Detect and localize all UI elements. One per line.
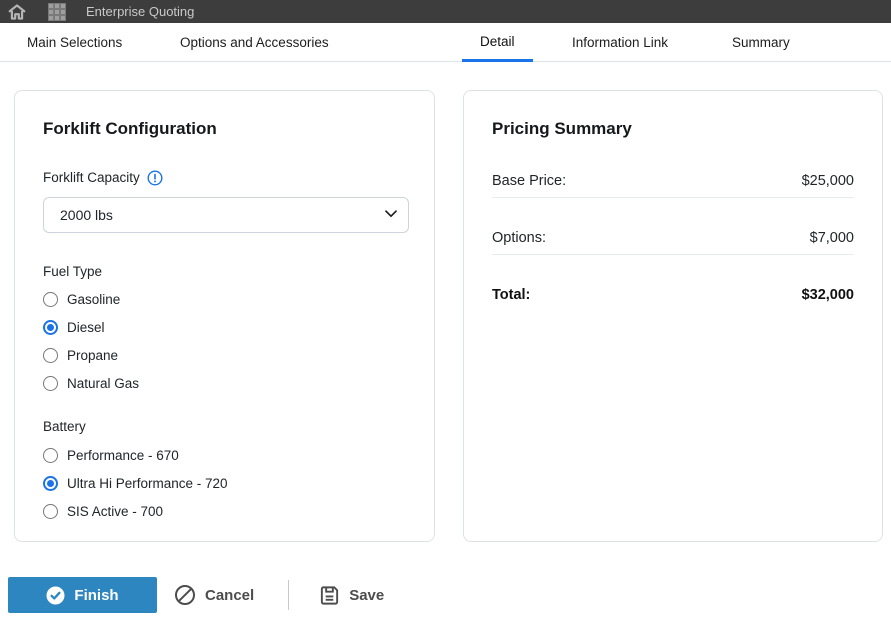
check-circle-icon	[46, 586, 65, 605]
tab-label: Options and Accessories	[180, 35, 329, 50]
tab-label: Main Selections	[27, 35, 122, 50]
radio-icon[interactable]	[43, 504, 58, 519]
radio-icon-selected[interactable]	[43, 476, 58, 491]
pricing-summary-card: Pricing Summary Base Price: $25,000 Opti…	[463, 90, 883, 542]
finish-label: Finish	[74, 587, 118, 604]
apps-grid-icon[interactable]	[40, 0, 74, 23]
battery-group-label: Battery	[43, 418, 406, 436]
home-icon[interactable]	[0, 0, 34, 23]
radio-icon[interactable]	[43, 348, 58, 363]
card-title: Pricing Summary	[492, 117, 854, 141]
app-title: Enterprise Quoting	[86, 4, 194, 19]
tab-options-and-accessories[interactable]: Options and Accessories	[162, 23, 347, 62]
page: Enterprise Quoting Main Selections Optio…	[0, 0, 891, 620]
cancel-label: Cancel	[205, 587, 254, 604]
tab-label: Summary	[732, 35, 790, 50]
radio-label: Natural Gas	[67, 376, 139, 391]
radio-label: Diesel	[67, 320, 105, 335]
pricing-value: $7,000	[810, 228, 854, 248]
save-button[interactable]: Save	[319, 585, 384, 606]
tab-detail[interactable]: Detail	[462, 23, 533, 62]
cancel-button[interactable]: Cancel	[174, 584, 254, 606]
tab-main-selections[interactable]: Main Selections	[9, 23, 140, 62]
radio-fuel-gasoline[interactable]: Gasoline	[43, 285, 406, 313]
footer-actions: Finish Cancel Save	[8, 577, 384, 613]
tab-label: Information Link	[572, 35, 668, 50]
pricing-label: Base Price:	[492, 171, 566, 191]
pricing-row-options: Options: $7,000	[492, 198, 854, 255]
pricing-row-base-price: Base Price: $25,000	[492, 141, 854, 198]
pricing-row-total: Total: $32,000	[492, 255, 854, 311]
tab-summary[interactable]: Summary	[714, 23, 808, 62]
tab-label: Detail	[480, 34, 515, 49]
floppy-save-icon	[319, 585, 340, 606]
pricing-value: $25,000	[802, 171, 854, 191]
app-header: Enterprise Quoting	[0, 0, 891, 23]
radio-label: SIS Active - 700	[67, 504, 163, 519]
radio-icon[interactable]	[43, 448, 58, 463]
radio-fuel-natural-gas[interactable]: Natural Gas	[43, 369, 406, 397]
radio-fuel-diesel[interactable]: Diesel	[43, 313, 406, 341]
radio-label: Propane	[67, 348, 118, 363]
fuel-type-group-label: Fuel Type	[43, 263, 406, 281]
radio-icon-selected[interactable]	[43, 320, 58, 335]
card-title: Forklift Configuration	[43, 117, 406, 141]
footer-divider	[288, 580, 289, 610]
forklift-capacity-label: Forklift Capacity	[43, 169, 140, 187]
tab-strip: Main Selections Options and Accessories …	[0, 23, 891, 62]
pricing-label: Total:	[492, 285, 530, 305]
save-label: Save	[349, 587, 384, 604]
fuel-type-radio-group: Gasoline Diesel Propane Natural Gas	[43, 285, 406, 397]
info-circle-icon[interactable]	[147, 170, 163, 186]
radio-label: Performance - 670	[67, 448, 179, 463]
radio-fuel-propane[interactable]: Propane	[43, 341, 406, 369]
pricing-label: Options:	[492, 228, 546, 248]
forklift-configuration-card: Forklift Configuration Forklift Capacity…	[14, 90, 435, 542]
radio-battery-ultra-hi-performance-720[interactable]: Ultra Hi Performance - 720	[43, 469, 406, 497]
ban-circle-icon	[174, 584, 196, 606]
finish-button[interactable]: Finish	[8, 577, 157, 613]
radio-battery-sis-active-700[interactable]: SIS Active - 700	[43, 497, 406, 525]
radio-icon[interactable]	[43, 292, 58, 307]
radio-label: Ultra Hi Performance - 720	[67, 476, 228, 491]
battery-radio-group: Performance - 670 Ultra Hi Performance -…	[43, 441, 406, 525]
radio-battery-performance-670[interactable]: Performance - 670	[43, 441, 406, 469]
radio-label: Gasoline	[67, 292, 120, 307]
forklift-capacity-select[interactable]: 2000 lbs	[43, 197, 409, 233]
radio-icon[interactable]	[43, 376, 58, 391]
pricing-value: $32,000	[802, 285, 854, 305]
tab-information-link[interactable]: Information Link	[554, 23, 686, 62]
